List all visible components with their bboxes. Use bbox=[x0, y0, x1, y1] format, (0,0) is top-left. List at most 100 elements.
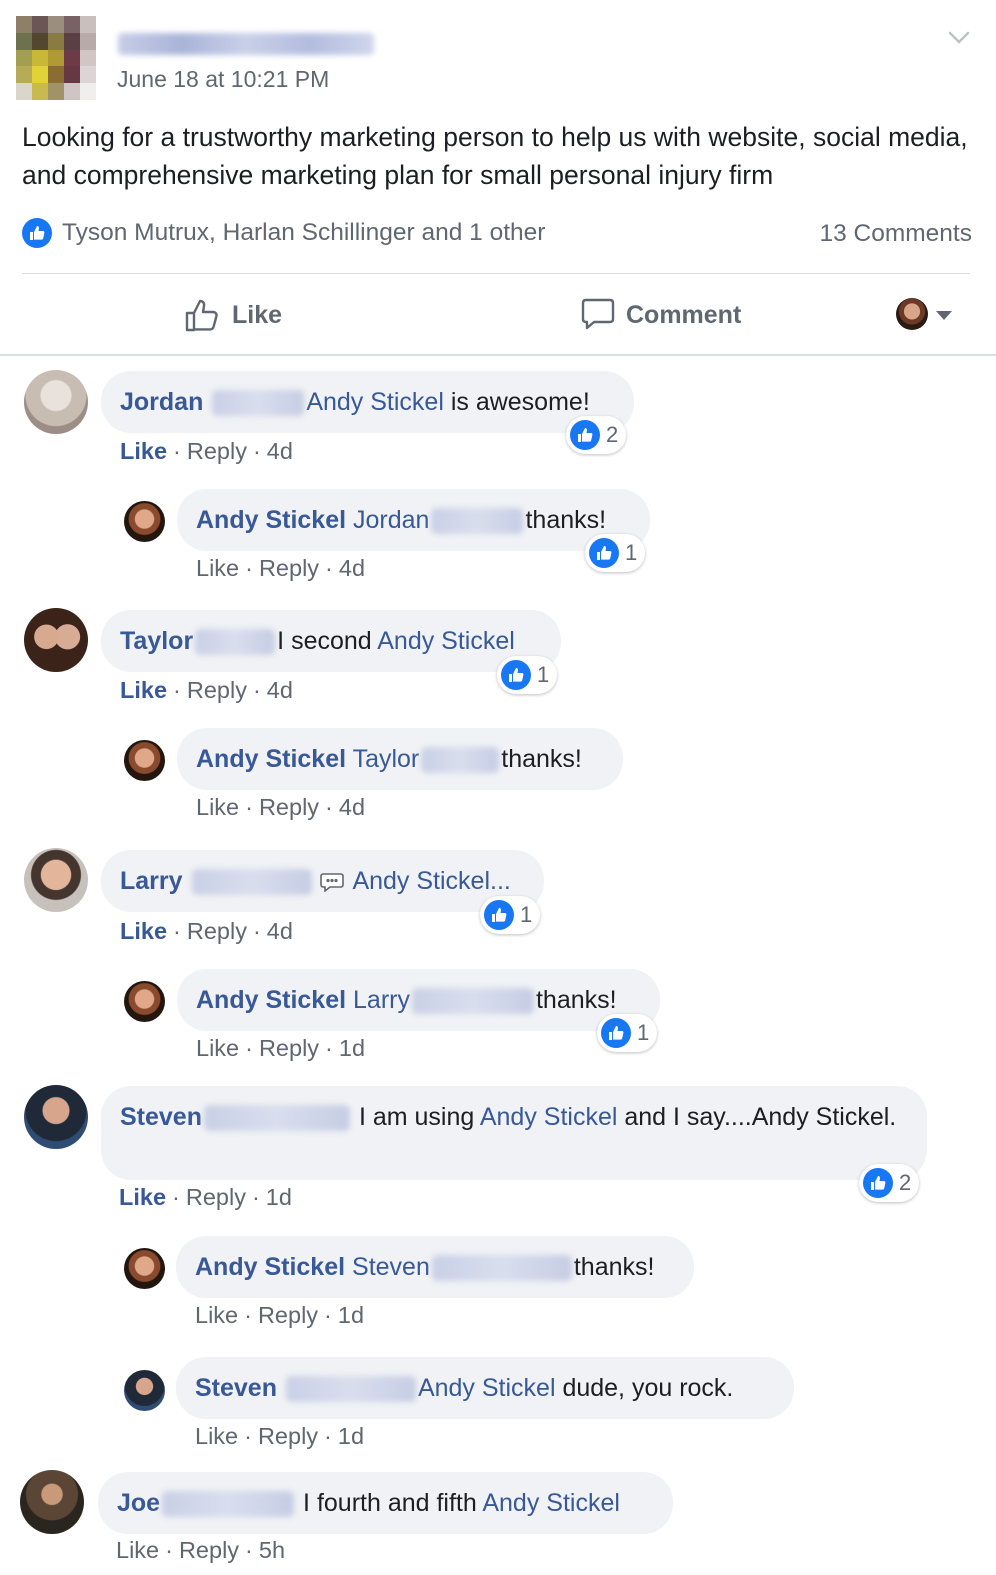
commenter-avatar[interactable] bbox=[124, 501, 165, 542]
comment-text: and I say....Andy Stickel. bbox=[617, 1103, 897, 1131]
separator: · bbox=[325, 555, 333, 581]
comment-reply-link[interactable]: Reply bbox=[186, 1184, 246, 1210]
comment-like-link[interactable]: Like bbox=[119, 1184, 166, 1210]
commenter-avatar[interactable] bbox=[124, 740, 165, 781]
comment-reply-link[interactable]: Reply bbox=[258, 1302, 318, 1328]
caret-down-icon[interactable] bbox=[936, 311, 952, 320]
commenter-avatar[interactable] bbox=[124, 981, 165, 1022]
comment-author[interactable]: Andy Stickel bbox=[196, 986, 346, 1014]
comment-reaction-count[interactable]: 1 bbox=[497, 656, 558, 694]
commenter-avatar[interactable] bbox=[124, 1370, 165, 1411]
separator: · bbox=[244, 1302, 252, 1328]
comment-reply-link[interactable]: Reply bbox=[187, 918, 247, 944]
comment-mention[interactable]: Jordan bbox=[353, 506, 429, 534]
comment-author[interactable]: Andy Stickel bbox=[196, 506, 346, 534]
comment-author[interactable]: Andy Stickel bbox=[195, 1253, 345, 1281]
comment-like-link[interactable]: Like bbox=[120, 438, 167, 464]
comment-mention[interactable]: Andy Stickel bbox=[480, 1103, 618, 1131]
comment-reply-link[interactable]: Reply bbox=[187, 438, 247, 464]
separator: · bbox=[245, 1035, 253, 1061]
comment-time[interactable]: 4d bbox=[339, 794, 365, 820]
comment-reaction-count[interactable]: 2 bbox=[859, 1164, 920, 1202]
comment-mention[interactable]: Andy Stickel bbox=[482, 1489, 620, 1517]
comment-author[interactable]: Jordan bbox=[120, 388, 203, 416]
thumbs-up-icon bbox=[601, 1018, 631, 1048]
reactions-names[interactable]: Tyson Mutrux, Harlan Schillinger and 1 o… bbox=[62, 219, 545, 247]
comment-reply-link[interactable]: Reply bbox=[259, 555, 319, 581]
comment-meta: Like · Reply · 4d bbox=[120, 677, 293, 704]
commenter-avatar[interactable] bbox=[24, 370, 88, 434]
separator: · bbox=[251, 1184, 260, 1210]
commenter-avatar[interactable] bbox=[24, 608, 88, 672]
comment-reaction-count[interactable]: 1 bbox=[480, 896, 541, 934]
thumbs-up-icon bbox=[484, 900, 514, 930]
comment-like-link[interactable]: Like bbox=[116, 1537, 159, 1563]
comment-mention[interactable]: Steven bbox=[352, 1253, 430, 1281]
comment-mention[interactable]: Andy Stickel bbox=[418, 1374, 556, 1402]
comment-time[interactable]: 1d bbox=[339, 1035, 365, 1061]
comment-like-link[interactable]: Like bbox=[196, 794, 239, 820]
commenter-avatar[interactable] bbox=[24, 848, 88, 912]
chevron-down-icon[interactable] bbox=[946, 26, 972, 48]
comment-button[interactable]: Comment bbox=[580, 292, 741, 338]
post-author-name-redacted[interactable] bbox=[118, 33, 374, 55]
comment-like-link[interactable]: Like bbox=[195, 1302, 238, 1328]
comment-author[interactable]: Taylor bbox=[120, 627, 193, 655]
redacted-surname bbox=[421, 747, 500, 774]
like-button[interactable]: Like bbox=[184, 292, 282, 338]
comment-reply-link[interactable]: Reply bbox=[259, 794, 319, 820]
comment-time[interactable]: 5h bbox=[259, 1537, 285, 1563]
comment-mention[interactable]: Andy Stickel bbox=[377, 627, 515, 655]
separator: · bbox=[165, 1537, 173, 1563]
comment-meta: Like · Reply · 1d bbox=[196, 1035, 365, 1062]
commenter-avatar[interactable] bbox=[20, 1470, 84, 1534]
comment-mention[interactable]: Larry bbox=[353, 986, 410, 1014]
comment-meta: Like · Reply · 4d bbox=[120, 438, 293, 465]
redacted-surname bbox=[411, 988, 534, 1015]
comment-like-link[interactable]: Like bbox=[195, 1423, 238, 1449]
comment-like-link[interactable]: Like bbox=[120, 677, 167, 703]
comment-meta: Like · Reply · 1d bbox=[195, 1302, 364, 1329]
comment-reaction-count[interactable]: 2 bbox=[566, 416, 627, 454]
comment-time[interactable]: 1d bbox=[338, 1302, 364, 1328]
comment-author[interactable]: Andy Stickel bbox=[196, 745, 346, 773]
viewer-avatar[interactable] bbox=[896, 298, 928, 330]
comment-reply-link[interactable]: Reply bbox=[258, 1423, 318, 1449]
reply-bubble: Andy Stickel Steven thanks! bbox=[176, 1236, 694, 1298]
post-author-avatar[interactable] bbox=[16, 16, 96, 100]
commenter-avatar[interactable] bbox=[124, 1248, 165, 1289]
comment-reply-link[interactable]: Reply bbox=[259, 1035, 319, 1061]
comment-mention[interactable]: Andy Stickel bbox=[306, 388, 444, 416]
comment-meta: Like · Reply · 4d bbox=[196, 555, 365, 582]
comment-reply-link[interactable]: Reply bbox=[187, 677, 247, 703]
comments-count[interactable]: 13 Comments bbox=[819, 220, 972, 248]
comment-meta: Like · Reply · 4d bbox=[120, 918, 293, 945]
comment-time[interactable]: 4d bbox=[267, 918, 293, 944]
comment-time[interactable]: 4d bbox=[339, 555, 365, 581]
comment-author[interactable]: Joe bbox=[117, 1489, 160, 1517]
comment-author[interactable]: Steven bbox=[195, 1374, 277, 1402]
thumbs-up-icon bbox=[863, 1168, 893, 1198]
reaction-count-value: 1 bbox=[637, 1020, 650, 1045]
comment-time[interactable]: 1d bbox=[338, 1423, 364, 1449]
comment-like-link[interactable]: Like bbox=[196, 1035, 239, 1061]
reactions-summary[interactable]: Tyson Mutrux, Harlan Schillinger and 1 o… bbox=[22, 215, 545, 251]
reaction-count-value: 2 bbox=[899, 1170, 912, 1195]
comment-time[interactable]: 4d bbox=[267, 438, 293, 464]
separator: · bbox=[252, 918, 261, 944]
comment-author[interactable]: Steven bbox=[120, 1103, 202, 1131]
comment-time[interactable]: 1d bbox=[266, 1184, 292, 1210]
reply-bubble: Andy Stickel Jordan thanks! bbox=[177, 489, 650, 551]
comment-author[interactable]: Larry bbox=[120, 867, 183, 895]
reaction-count-value: 2 bbox=[606, 422, 619, 447]
post-timestamp[interactable]: June 18 at 10:21 PM bbox=[117, 66, 329, 93]
comment-like-link[interactable]: Like bbox=[120, 918, 167, 944]
commenter-avatar[interactable] bbox=[24, 1085, 88, 1149]
comment-time[interactable]: 4d bbox=[267, 677, 293, 703]
comment-reply-link[interactable]: Reply bbox=[179, 1537, 239, 1563]
comment-mention[interactable]: Andy Stickel... bbox=[352, 867, 510, 895]
comment-reaction-count[interactable]: 1 bbox=[585, 534, 646, 572]
comment-reaction-count[interactable]: 1 bbox=[597, 1014, 658, 1052]
comment-like-link[interactable]: Like bbox=[196, 555, 239, 581]
comment-mention[interactable]: Taylor bbox=[353, 745, 420, 773]
